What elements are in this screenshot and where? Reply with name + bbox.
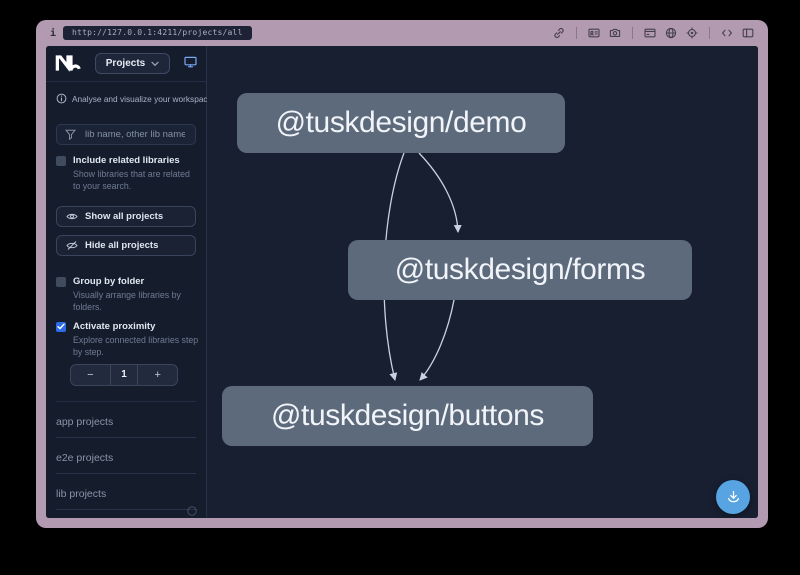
titlebar-divider <box>576 27 577 39</box>
filter-funnel-icon <box>65 129 76 140</box>
hide-all-projects-button[interactable]: Hide all projects <box>56 235 196 256</box>
checkbox-checked-icon <box>56 322 66 332</box>
titlebar-divider <box>709 27 710 39</box>
sidebar: Projects Analyse and visual <box>46 46 207 518</box>
nx-logo-icon <box>55 55 81 72</box>
group-by-folder-description: Visually arrange libraries by folders. <box>73 290 199 313</box>
search-input[interactable] <box>83 128 187 141</box>
group-by-folder-checkbox[interactable]: Group by folder <box>56 276 196 287</box>
titlebar-actions <box>553 27 754 39</box>
projects-dropdown-label: Projects <box>106 58 145 69</box>
show-all-projects-button[interactable]: Show all projects <box>56 206 196 227</box>
url-text: http://127.0.0.1:4211/projects/all <box>72 28 243 37</box>
stepper-decrement-button[interactable]: − <box>71 365 110 385</box>
proximity-group: Activate proximity Explore connected lib… <box>56 321 196 358</box>
contact-card-icon[interactable] <box>588 27 600 39</box>
graph-node-forms[interactable]: @tuskdesign/forms <box>348 240 692 300</box>
graph-canvas[interactable]: @tuskdesign/demo @tuskdesign/forms @tusk… <box>207 46 758 518</box>
show-all-projects-label: Show all projects <box>85 211 163 222</box>
activate-proximity-description: Explore connected libraries step by step… <box>73 335 199 358</box>
download-graph-button[interactable] <box>716 480 750 514</box>
checkbox-unchecked-icon <box>56 156 66 166</box>
url-bar[interactable]: http://127.0.0.1:4211/projects/all <box>63 26 252 40</box>
camera-icon[interactable] <box>609 27 621 39</box>
split-view-icon[interactable] <box>742 27 754 39</box>
search-box <box>56 124 196 145</box>
edge-forms-buttons <box>420 300 454 380</box>
monitor-icon[interactable] <box>184 56 197 71</box>
download-icon <box>725 490 742 505</box>
group-by-folder-group: Group by folder Visually arrange librari… <box>56 276 196 313</box>
graph-node-buttons[interactable]: @tuskdesign/buttons <box>222 386 593 446</box>
stepper-value: 1 <box>110 365 139 385</box>
include-related-checkbox[interactable]: Include related libraries <box>56 155 196 166</box>
sidebar-item-app-projects[interactable]: app projects <box>56 402 196 438</box>
include-related-group: Include related libraries Show libraries… <box>56 155 196 192</box>
link-icon[interactable] <box>553 27 565 39</box>
activate-proximity-label: Activate proximity <box>73 321 155 332</box>
globe-icon[interactable] <box>665 27 677 39</box>
include-related-label: Include related libraries <box>73 155 180 166</box>
workspace-tagline: Analyse and visualize your workspace. <box>56 94 196 104</box>
checkbox-unchecked-icon <box>56 277 66 287</box>
favicon-info-glyph: i <box>50 28 56 39</box>
workspace-tagline-text: Analyse and visualize your workspace. <box>72 94 215 104</box>
group-by-folder-label: Group by folder <box>73 276 144 287</box>
projects-dropdown[interactable]: Projects <box>95 53 170 74</box>
include-related-description: Show libraries that are related to your … <box>73 169 199 192</box>
proximity-depth-stepper: − 1 + <box>70 364 178 386</box>
graph-node-demo[interactable]: @tuskdesign/demo <box>237 93 565 153</box>
edge-demo-forms <box>419 153 458 232</box>
sidebar-header: Projects <box>46 46 206 82</box>
browser-window: i http://127.0.0.1:4211/projects/all <box>36 20 768 528</box>
info-icon <box>56 93 67 104</box>
activate-proximity-checkbox[interactable]: Activate proximity <box>56 321 196 332</box>
target-icon[interactable] <box>686 27 698 39</box>
eye-off-icon <box>66 240 78 251</box>
chevron-down-icon <box>151 61 159 67</box>
app-content: Projects Analyse and visual <box>46 46 758 518</box>
app-window-icon[interactable] <box>644 27 656 39</box>
code-brackets-icon[interactable] <box>721 27 733 39</box>
stepper-increment-button[interactable]: + <box>138 365 177 385</box>
sidebar-item-lib-projects[interactable]: lib projects <box>56 474 196 510</box>
hide-all-projects-label: Hide all projects <box>85 240 158 251</box>
titlebar: i http://127.0.0.1:4211/projects/all <box>36 20 768 46</box>
help-button[interactable] <box>187 506 197 516</box>
sidebar-item-e2e-projects[interactable]: e2e projects <box>56 438 196 474</box>
titlebar-divider <box>632 27 633 39</box>
eye-icon <box>66 211 78 222</box>
